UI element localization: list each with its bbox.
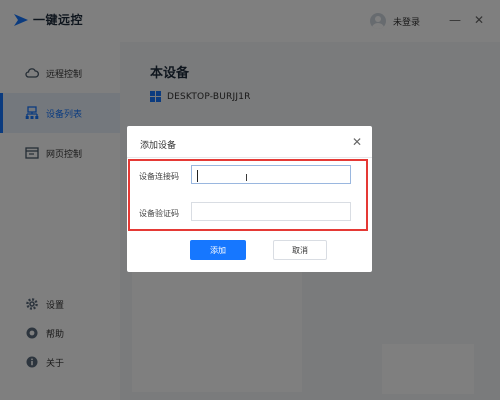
close-dialog-button[interactable]: ✕ — [351, 136, 363, 148]
divider — [127, 157, 372, 158]
connect-code-input[interactable] — [191, 165, 351, 184]
dialog-title: 添加设备 — [140, 141, 177, 151]
connect-code-label: 设备连接码 — [139, 172, 179, 181]
verify-code-input[interactable] — [191, 202, 351, 221]
text-cursor — [197, 170, 198, 182]
add-button[interactable]: 添加 — [190, 240, 246, 260]
cancel-button[interactable]: 取消 — [273, 240, 327, 260]
add-device-dialog: 添加设备 ✕ 设备连接码 I 设备验证码 添加 取消 — [127, 126, 372, 272]
ibeam-cursor-icon: I — [245, 173, 248, 184]
verify-code-label: 设备验证码 — [139, 209, 179, 218]
